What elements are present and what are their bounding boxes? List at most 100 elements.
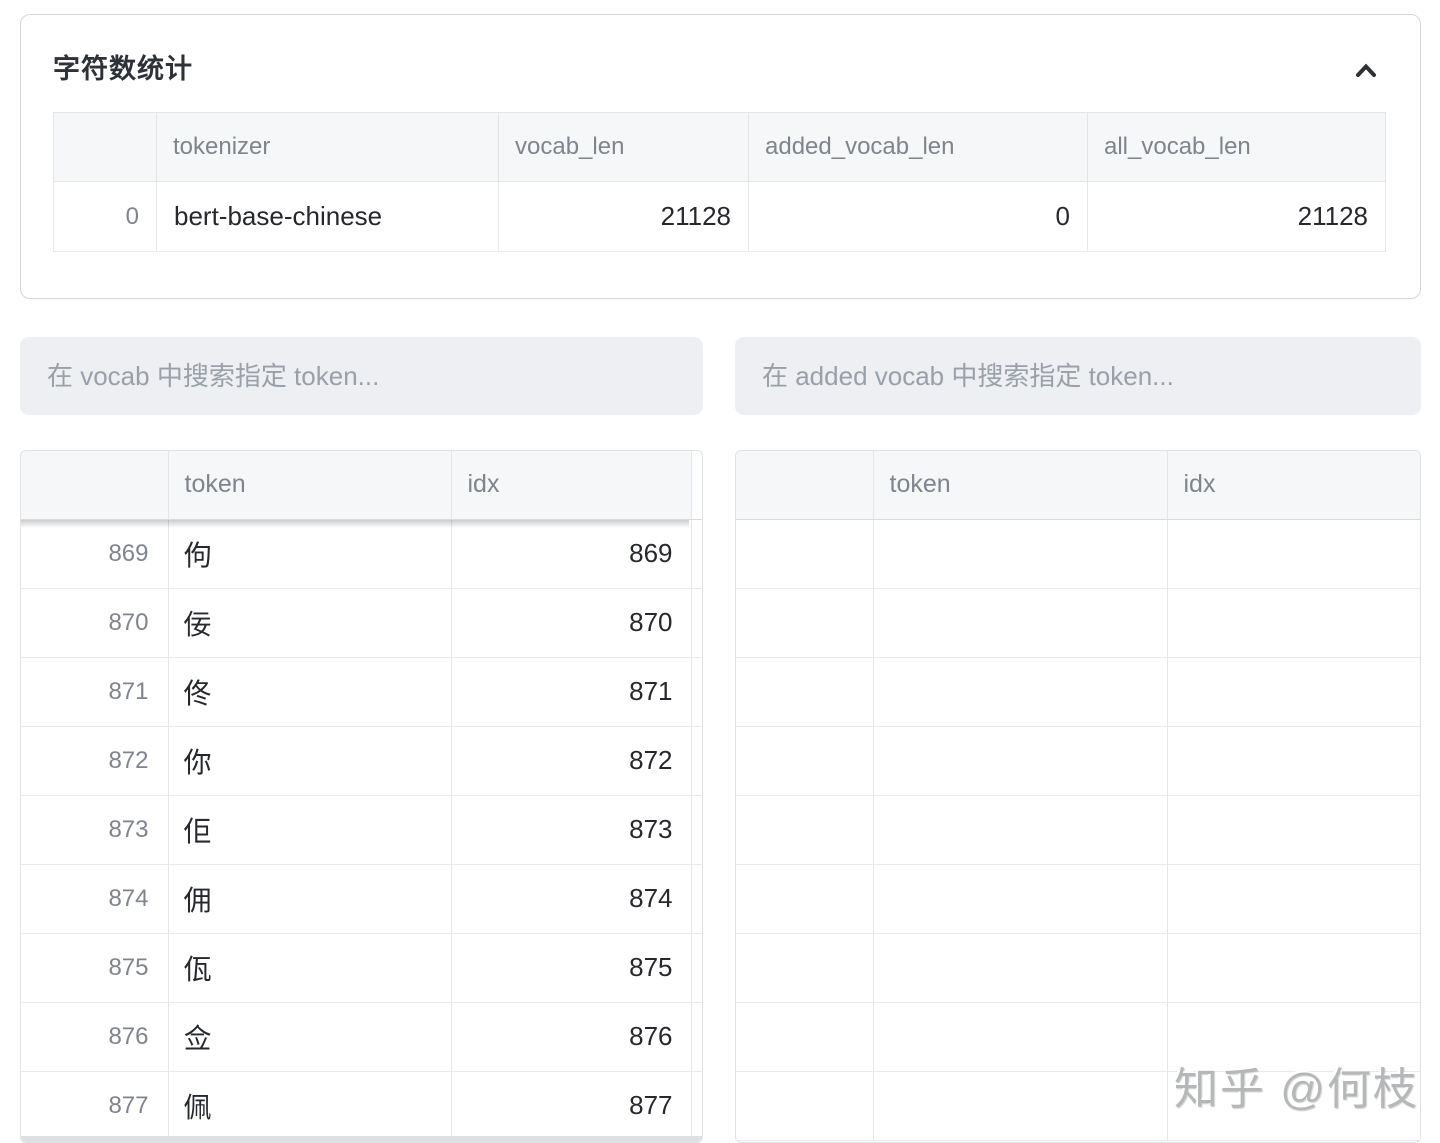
- row-index: 874: [21, 864, 168, 934]
- added-vocab-table-row: [736, 795, 1420, 865]
- cell-token: [872, 795, 1167, 865]
- cell-idx: [1166, 864, 1420, 934]
- stats-expander: 字符数统计 tokenizer vocab_len added_vocab_le…: [20, 14, 1421, 299]
- row-index: 872: [21, 726, 168, 796]
- cell-token: [872, 588, 1167, 658]
- row-index: 875: [21, 933, 168, 1003]
- cell-token: 你: [167, 726, 451, 796]
- cell-token: 佝: [167, 519, 451, 589]
- cell-token: 佞: [167, 588, 451, 658]
- stats-header-row: tokenizer vocab_len added_vocab_len all_…: [53, 112, 1386, 182]
- cell-idx: 874: [450, 864, 691, 934]
- cell-idx: [1166, 795, 1420, 865]
- scrollbar-gutter: [690, 451, 702, 520]
- scrollbar-gutter: [690, 657, 702, 727]
- added-vocab-table[interactable]: token idx: [735, 450, 1421, 1143]
- added-vocab-header-row: token idx: [736, 451, 1420, 520]
- cell-idx: 872: [450, 726, 691, 796]
- cell-idx: 877: [450, 1071, 691, 1141]
- row-index: [736, 1071, 873, 1141]
- added-vocab-table-grid: token idx: [736, 451, 1420, 1141]
- cell-idx: [1166, 519, 1420, 589]
- added-vocab-table-row: [736, 1071, 1420, 1141]
- added-vocab-col-header-token: token: [872, 451, 1167, 520]
- cell-token: [872, 519, 1167, 589]
- stats-col-header-vocab-len: vocab_len: [498, 112, 749, 182]
- vocab-header-row: token idx: [21, 451, 702, 520]
- vocab-table-row: 877 佩 877: [21, 1071, 702, 1141]
- vocab-table-row: 875 佤 875: [21, 933, 702, 1003]
- stats-table-row: 0 bert-base-chinese 21128 0 21128: [53, 181, 1386, 252]
- row-index: [736, 726, 873, 796]
- cell-token: 佣: [167, 864, 451, 934]
- scrollbar-gutter: [690, 795, 702, 865]
- added-vocab-col-header-index: [736, 451, 873, 520]
- cell-idx: [1166, 1071, 1420, 1141]
- stats-col-header-tokenizer: tokenizer: [156, 112, 499, 182]
- row-index: 0: [53, 181, 157, 252]
- row-index: [736, 588, 873, 658]
- added-vocab-table-row: [736, 657, 1420, 727]
- row-index: 873: [21, 795, 168, 865]
- row-index: [736, 933, 873, 1003]
- cell-token: [872, 1002, 1167, 1072]
- scrollbar-gutter: [690, 588, 702, 658]
- cell-idx: [1166, 1002, 1420, 1072]
- vocab-table-row: 871 佟 871: [21, 657, 702, 727]
- added-vocab-col-header-idx: idx: [1166, 451, 1420, 520]
- vocab-table-row: 870 佞 870: [21, 588, 702, 658]
- cell-token: [872, 864, 1167, 934]
- vocab-table-row: 874 佣 874: [21, 864, 702, 934]
- horizontal-scrollbar[interactable]: [21, 1136, 702, 1142]
- cell-token: 佩: [167, 1071, 451, 1141]
- vocab-table[interactable]: token idx 869 佝 869 870 佞 870 871 佟 871 …: [20, 450, 703, 1143]
- cell-token: [872, 1071, 1167, 1141]
- vocab-table-row: 869 佝 869: [21, 519, 702, 589]
- row-index: [736, 657, 873, 727]
- vocab-table-row: 872 你 872: [21, 726, 702, 796]
- row-index: 871: [21, 657, 168, 727]
- row-index: 869: [21, 519, 168, 589]
- vocab-col-header-index: [21, 451, 168, 520]
- scrollbar-gutter: [690, 726, 702, 796]
- cell-idx: [1166, 657, 1420, 727]
- chevron-up-icon: [1350, 55, 1382, 87]
- cell-token: 佤: [167, 933, 451, 1003]
- cell-all-vocab-len: 21128: [1087, 181, 1386, 252]
- cell-token: 佟: [167, 657, 451, 727]
- collapse-button[interactable]: [1350, 55, 1382, 87]
- panel-title: 字符数统计: [53, 54, 193, 84]
- row-index: 876: [21, 1002, 168, 1072]
- cell-idx: [1166, 588, 1420, 658]
- row-index: [736, 864, 873, 934]
- row-index: [736, 1002, 873, 1072]
- row-index: [736, 795, 873, 865]
- cell-idx: [1166, 933, 1420, 1003]
- scrollbar-gutter: [690, 1071, 702, 1141]
- scrollbar-gutter: [690, 519, 702, 589]
- added-vocab-search-input[interactable]: [735, 337, 1421, 415]
- cell-tokenizer: bert-base-chinese: [156, 181, 499, 252]
- cell-vocab-len: 21128: [498, 181, 749, 252]
- row-index: [736, 519, 873, 589]
- added-vocab-table-row: [736, 864, 1420, 934]
- row-index: 877: [21, 1071, 168, 1141]
- vocab-col-header-idx: idx: [450, 451, 691, 520]
- row-index: 870: [21, 588, 168, 658]
- added-vocab-table-row: [736, 1002, 1420, 1072]
- cell-token: [872, 657, 1167, 727]
- cell-idx: 876: [450, 1002, 691, 1072]
- cell-idx: 875: [450, 933, 691, 1003]
- cell-token: [872, 933, 1167, 1003]
- cell-token: [872, 726, 1167, 796]
- scrollbar-gutter: [690, 1002, 702, 1072]
- stats-table: tokenizer vocab_len added_vocab_len all_…: [53, 112, 1386, 252]
- cell-token: 佢: [167, 795, 451, 865]
- cell-token: 佥: [167, 1002, 451, 1072]
- added-vocab-table-row: [736, 588, 1420, 658]
- vocab-search-input[interactable]: [20, 337, 703, 415]
- stats-col-header-all-vocab-len: all_vocab_len: [1087, 112, 1386, 182]
- scrollbar-gutter: [690, 864, 702, 934]
- cell-idx: 873: [450, 795, 691, 865]
- added-vocab-table-row: [736, 726, 1420, 796]
